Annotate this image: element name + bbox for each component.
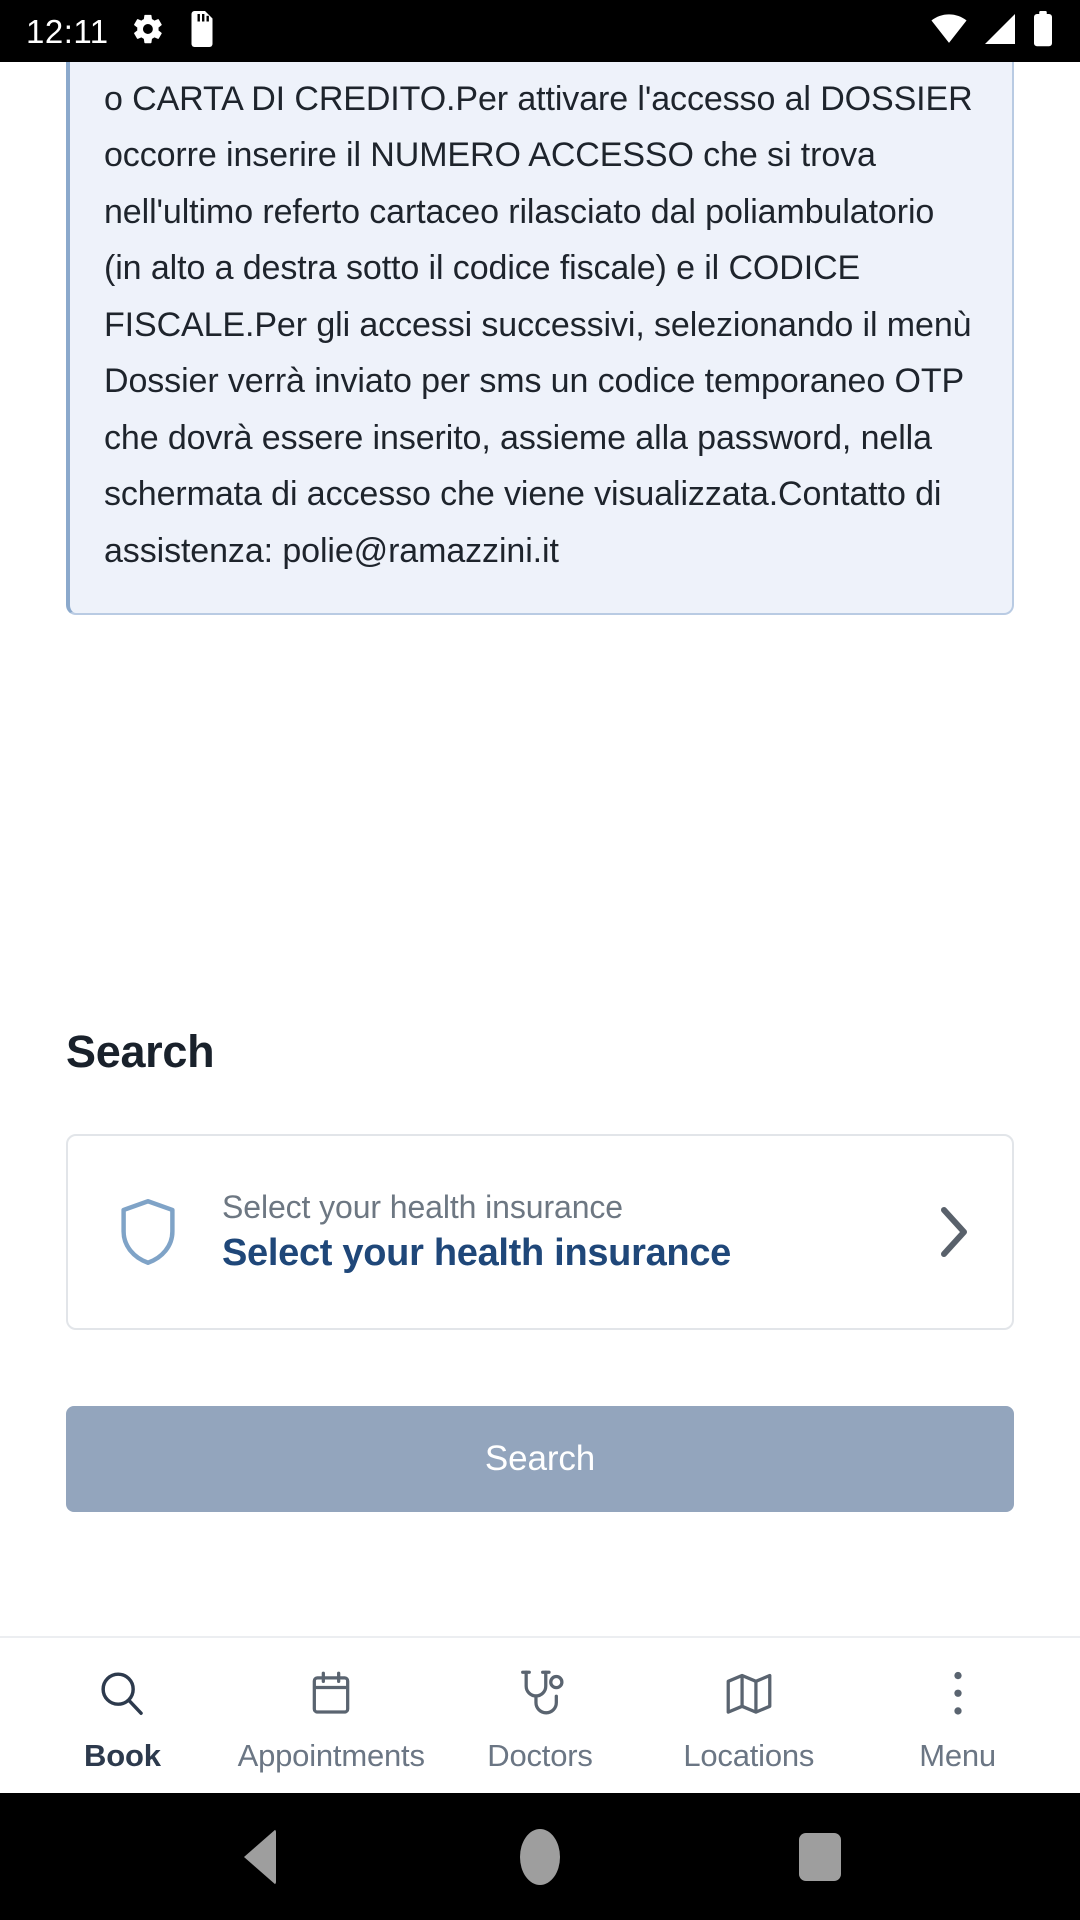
gear-icon (131, 12, 165, 51)
status-bar-clock: 12:11 (26, 12, 109, 50)
home-circle-icon[interactable] (480, 1793, 600, 1920)
information-notice-panel: detraibili solo le Fatture sanitarie pag… (66, 62, 1014, 615)
bottom-navigation-bar: Book Appointments Doctors Locations Menu (0, 1636, 1080, 1793)
information-notice-text: detraibili solo le Fatture sanitarie pag… (104, 79, 973, 570)
phone-screen: 12:11 o CARTA DI CREDITO.Per attivare l'… (0, 0, 1080, 1920)
nav-item-menu[interactable]: Menu (853, 1638, 1062, 1793)
sd-card-icon (187, 10, 217, 52)
shield-icon (108, 1198, 188, 1266)
stethoscope-icon (516, 1666, 564, 1722)
page-title: Search (66, 1026, 215, 1077)
nav-label-book: Book (84, 1737, 161, 1773)
battery-icon (1032, 10, 1054, 52)
chevron-right-icon[interactable] (924, 1204, 984, 1260)
map-icon (724, 1666, 774, 1722)
insurance-selector-body: Select your health insurance Select your… (188, 1189, 924, 1275)
insurance-selector-card[interactable]: Select your health insurance Select your… (66, 1134, 1014, 1330)
wifi-icon (930, 12, 968, 51)
nav-item-book[interactable]: Book (18, 1638, 227, 1793)
cellular-signal-icon (982, 12, 1018, 51)
nav-label-menu: Menu (919, 1737, 996, 1773)
insurance-selector-value: Select your health insurance (222, 1232, 731, 1274)
calendar-icon (308, 1666, 354, 1722)
nav-item-doctors[interactable]: Doctors (436, 1638, 645, 1793)
nav-label-doctors: Doctors (487, 1737, 593, 1773)
status-bar-left: 12:11 (26, 10, 217, 52)
search-submit-button[interactable]: Search (66, 1406, 1014, 1512)
recents-square-icon[interactable] (760, 1793, 880, 1920)
insurance-selector-label: Select your health insurance (222, 1189, 623, 1225)
more-vertical-icon (948, 1666, 968, 1722)
nav-item-appointments[interactable]: Appointments (227, 1638, 436, 1793)
page-content: detraibili solo le Fatture sanitarie pag… (0, 62, 1080, 1636)
status-bar-right (930, 10, 1054, 52)
nav-label-appointments: Appointments (237, 1737, 425, 1773)
status-bar: 12:11 (0, 0, 1080, 62)
android-system-navigation (0, 1793, 1080, 1920)
nav-item-locations[interactable]: Locations (644, 1638, 853, 1793)
nav-label-locations: Locations (683, 1737, 815, 1773)
search-icon (97, 1666, 147, 1722)
back-triangle-icon[interactable] (200, 1793, 320, 1920)
